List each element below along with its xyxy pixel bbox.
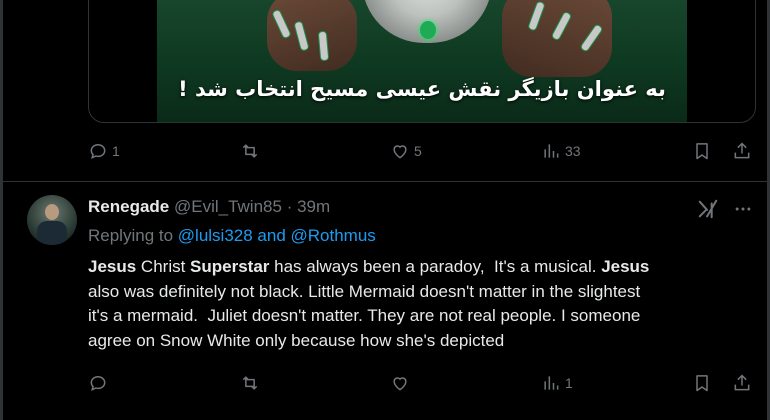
- tweet-body-text: has always been a paradoy, It's a musica…: [269, 257, 602, 276]
- avatar-head-graphic: [45, 204, 59, 220]
- avatar[interactable]: [27, 195, 77, 245]
- tweet-body-bold-term: Jesus: [601, 257, 650, 276]
- tweet-body: Jesus Christ Superstar has always been a…: [88, 255, 748, 353]
- repost-icon: [242, 144, 258, 158]
- bookmark-icon: [696, 143, 708, 160]
- views-chart-icon: [544, 144, 559, 158]
- tweet-header: Renegade @Evil_Twin85 · 39m: [88, 197, 330, 217]
- bookmark-button[interactable]: [692, 371, 712, 395]
- reply-button[interactable]: 1: [88, 139, 120, 163]
- separator-dot: ·: [286, 197, 293, 216]
- tweet-body-text: Christ: [136, 257, 191, 276]
- views-button[interactable]: 1: [541, 371, 573, 395]
- display-name[interactable]: Renegade: [88, 197, 169, 216]
- views-button[interactable]: 33: [541, 139, 581, 163]
- repost-button[interactable]: [240, 139, 264, 163]
- heart-icon: [393, 145, 407, 159]
- bookmark-icon: [696, 375, 708, 392]
- tweet-divider: [0, 181, 770, 182]
- reply-action-bar: 1: [88, 371, 754, 395]
- share-button[interactable]: [732, 371, 752, 395]
- media-caption: به عنوان بازیگر نقش عیسی مسیح انتخاب شد …: [178, 77, 666, 101]
- more-options-icon[interactable]: [733, 199, 753, 219]
- like-button[interactable]: 5: [390, 139, 422, 163]
- replying-to-users-link[interactable]: @lulsi328 and @Rothmus: [178, 226, 376, 245]
- timestamp[interactable]: 39m: [297, 197, 330, 216]
- avatar-suit-graphic: [37, 221, 67, 245]
- tweet-action-bar: 1 5 33: [88, 139, 754, 163]
- window-border-left: [0, 0, 3, 420]
- view-count: 1: [565, 375, 573, 391]
- reply-count: 1: [112, 143, 120, 159]
- tweet-media-image[interactable]: به عنوان بازیگر نقش عیسی مسیح انتخاب شد …: [157, 0, 687, 122]
- emerald-gem-graphic: [420, 21, 436, 39]
- repost-button[interactable]: [240, 371, 264, 395]
- reply-icon: [90, 143, 106, 160]
- like-button[interactable]: [390, 371, 414, 395]
- like-count: 5: [414, 143, 422, 159]
- views-chart-icon: [544, 376, 559, 390]
- replying-to-line: Replying to @lulsi328 and @Rothmus: [88, 226, 376, 246]
- grok-icon[interactable]: [697, 198, 719, 220]
- handle[interactable]: @Evil_Twin85: [174, 197, 282, 216]
- bookmark-button[interactable]: [692, 139, 712, 163]
- view-count: 33: [565, 143, 581, 159]
- reply-icon: [90, 375, 106, 392]
- tweet-body-bold-term: Jesus: [88, 257, 137, 276]
- replying-to-prefix: Replying to: [88, 226, 178, 245]
- repost-icon: [242, 376, 258, 390]
- share-icon: [734, 374, 750, 391]
- reply-button[interactable]: [88, 371, 112, 395]
- tweet-media-card[interactable]: به عنوان بازیگر نقش عیسی مسیح انتخاب شد …: [88, 0, 756, 123]
- share-button[interactable]: [732, 139, 752, 163]
- tweet-body-bold-term: Superstar: [190, 257, 270, 276]
- share-icon: [734, 142, 750, 159]
- tweet-body-text: also was definitely not black. Little Me…: [88, 281, 641, 350]
- heart-icon: [393, 377, 407, 391]
